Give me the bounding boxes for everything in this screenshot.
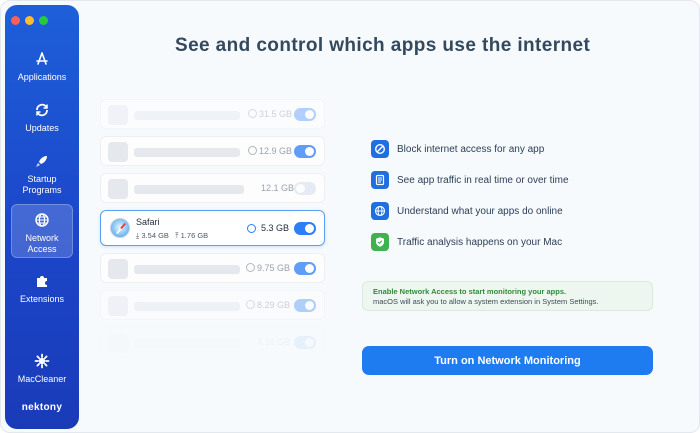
list-item: 12.9 GB	[100, 136, 325, 166]
app-name-placeholder	[134, 265, 240, 274]
traffic-size: 8.29 GB	[257, 300, 291, 310]
network-access-toggle[interactable]	[294, 145, 316, 158]
feature-text: Traffic analysis happens on your Mac	[397, 236, 563, 248]
feature-text: Block internet access for any app	[397, 143, 545, 155]
sidebar-item-label: Updates	[25, 123, 59, 133]
traffic-size: 5.3 GB	[261, 223, 290, 233]
app-name: Safari	[136, 217, 160, 227]
network-access-toggle[interactable]	[294, 182, 316, 195]
app-icon-placeholder	[108, 142, 128, 162]
info-notice: Enable Network Access to start monitorin…	[362, 281, 653, 311]
upload-size: 1.76 GB	[180, 231, 209, 240]
app-store-icon	[34, 51, 50, 67]
app-icon-placeholder	[108, 333, 128, 353]
sidebar-item-label: Extensions	[19, 294, 65, 304]
app-icon-placeholder	[108, 179, 128, 199]
close-window-button[interactable]	[11, 16, 20, 25]
sidebar-item-extensions[interactable]: Extensions	[11, 273, 73, 305]
app-icon-placeholder	[108, 259, 128, 279]
network-access-toggle[interactable]	[294, 108, 316, 121]
app-name-placeholder	[134, 339, 240, 348]
list-item: 31.5 GB	[100, 99, 325, 129]
download-icon: ⤓	[136, 231, 140, 240]
refresh-icon	[34, 102, 50, 118]
turn-on-network-monitoring-button[interactable]: Turn on Network Monitoring	[362, 346, 653, 375]
sidebar-item-network-access[interactable]: Network Access	[11, 204, 73, 258]
minimize-window-button[interactable]	[25, 16, 34, 25]
feature-text: See app traffic in real time or over tim…	[397, 174, 569, 186]
feature-item: Block internet access for any app	[371, 140, 544, 158]
app-traffic-details: ⤓ 3.54 GB ⤒ 1.76 GB	[136, 231, 208, 241]
document-icon	[371, 171, 389, 189]
list-item-safari[interactable]: Safari ⤓ 3.54 GB ⤒ 1.76 GB 5.3 GB	[100, 210, 325, 246]
app-name-placeholder	[134, 111, 240, 120]
zoom-window-button[interactable]	[39, 16, 48, 25]
block-icon	[371, 140, 389, 158]
notice-title: Enable Network Access to start monitorin…	[373, 287, 567, 296]
traffic-size: 12.9 GB	[259, 146, 293, 156]
puzzle-icon	[34, 273, 50, 289]
gear-icon	[34, 353, 50, 369]
feature-item: Understand what your apps do online	[371, 202, 563, 220]
shield-check-icon	[371, 233, 389, 251]
sidebar-item-applications[interactable]: Applications	[11, 51, 73, 83]
clock-icon	[248, 146, 257, 155]
app-icon-placeholder	[108, 296, 128, 316]
app-name-placeholder	[134, 185, 244, 194]
traffic-size: 4.16 GB	[257, 337, 291, 347]
clock-icon	[247, 224, 256, 233]
list-item: 4.16 GB	[100, 327, 325, 357]
traffic-size: 31.5 GB	[259, 109, 293, 119]
clock-icon	[246, 300, 255, 309]
sidebar-item-label: Network Access	[25, 233, 59, 254]
clock-icon	[246, 263, 255, 272]
app-name-placeholder	[134, 148, 240, 157]
globe-icon	[371, 202, 389, 220]
sidebar-item-label: Startup Programs	[22, 174, 62, 195]
list-item: 8.29 GB	[100, 290, 325, 320]
notice-subtitle: macOS will ask you to allow a system ext…	[373, 297, 599, 306]
list-item: 12.1 GB	[100, 173, 325, 203]
feature-text: Understand what your apps do online	[397, 205, 563, 217]
globe-icon	[34, 212, 50, 228]
clock-icon	[248, 109, 257, 118]
sidebar-item-label: MacCleaner	[17, 374, 67, 384]
list-item: 9.75 GB	[100, 253, 325, 283]
safari-icon	[110, 218, 130, 238]
sidebar-item-maccleaner[interactable]: MacCleaner	[11, 353, 73, 385]
network-access-toggle[interactable]	[294, 222, 316, 235]
traffic-size: 12.1 GB	[261, 183, 295, 193]
page-title: See and control which apps use the inter…	[175, 35, 591, 56]
upload-icon: ⤒	[175, 231, 179, 240]
feature-item: See app traffic in real time or over tim…	[371, 171, 569, 189]
network-access-toggle[interactable]	[294, 336, 316, 349]
app-icon-placeholder	[108, 105, 128, 125]
sidebar-item-label: Applications	[17, 72, 67, 82]
sidebar: Applications Updates Startup Programs Ne…	[5, 5, 79, 429]
sidebar-item-updates[interactable]: Updates	[11, 102, 73, 134]
app-name-placeholder	[134, 302, 240, 311]
traffic-size: 9.75 GB	[257, 263, 291, 273]
network-access-toggle[interactable]	[294, 262, 316, 275]
sidebar-item-startup-programs[interactable]: Startup Programs	[11, 153, 73, 196]
brand-logo: nektony	[21, 402, 63, 413]
network-access-toggle[interactable]	[294, 299, 316, 312]
download-size: 3.54 GB	[141, 231, 169, 240]
app-window: Applications Updates Startup Programs Ne…	[0, 0, 700, 433]
feature-item: Traffic analysis happens on your Mac	[371, 233, 562, 251]
rocket-icon	[34, 153, 50, 169]
